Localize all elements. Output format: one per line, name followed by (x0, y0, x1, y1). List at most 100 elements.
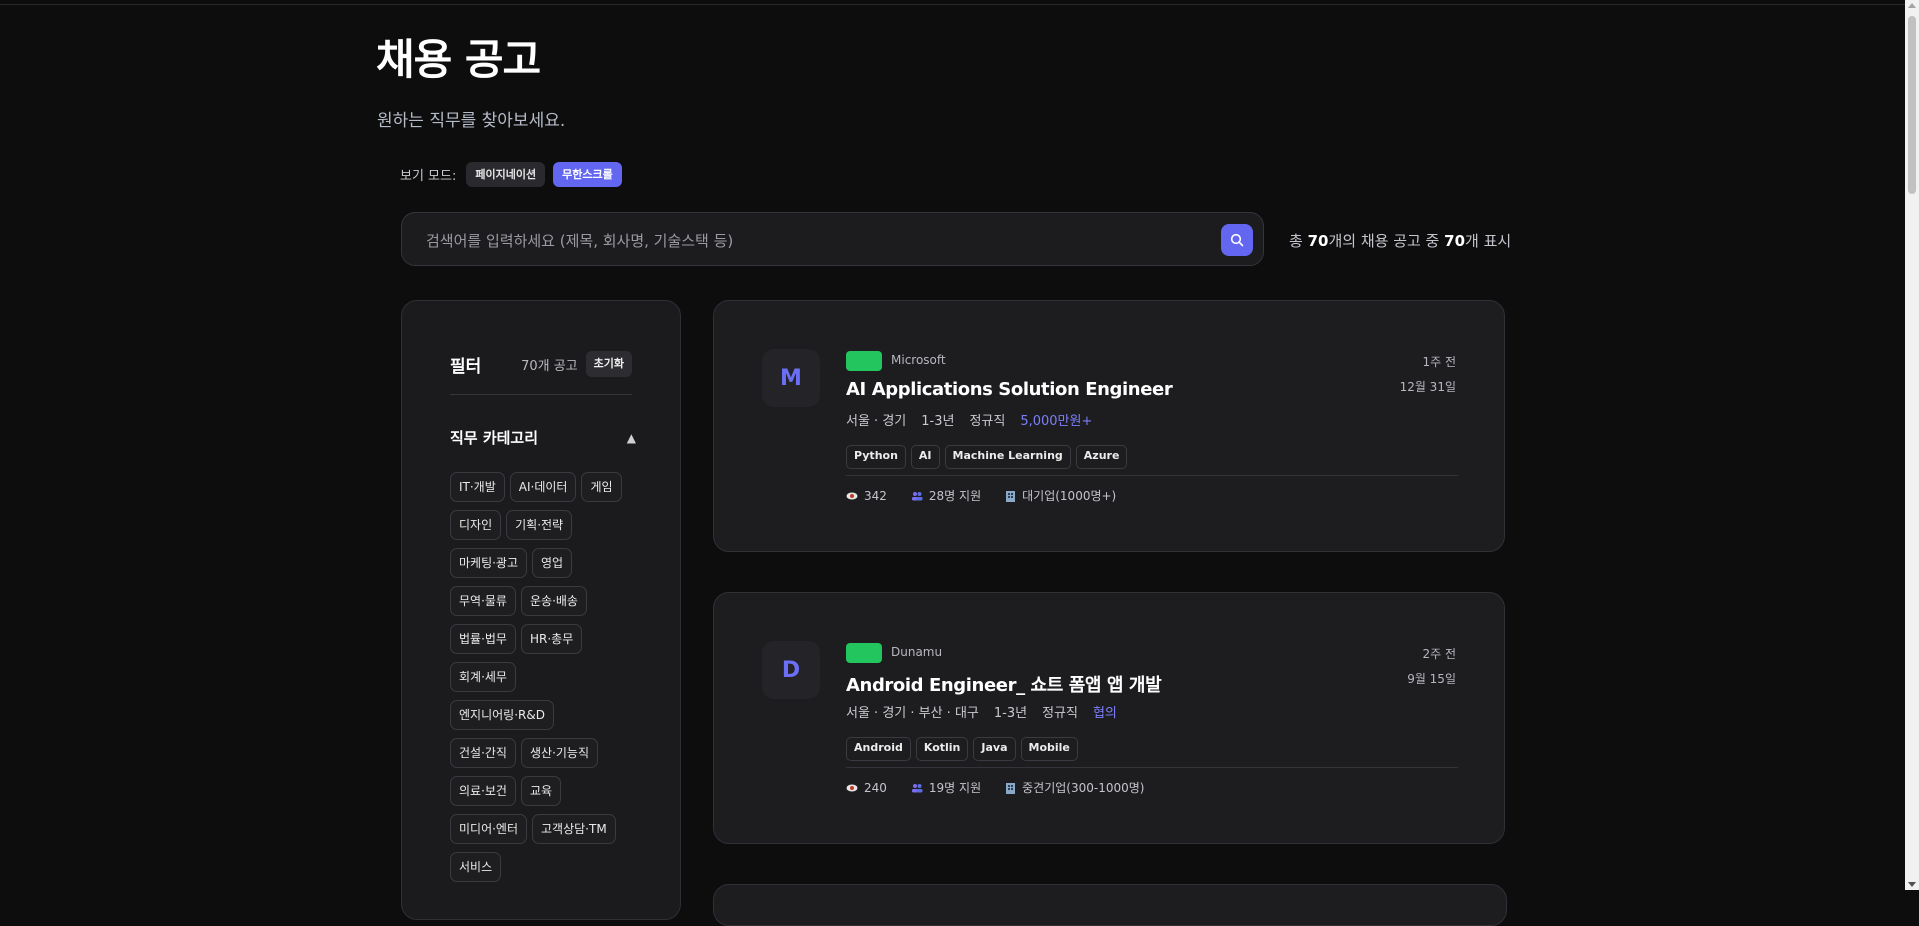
job-card[interactable]: D Dunamu Android Engineer_ 쇼트 폼앱 앱 개발 서울… (713, 592, 1505, 844)
job-type: 정규직 (1042, 706, 1078, 721)
job-title[interactable]: Android Engineer_ 쇼트 폼앱 앱 개발 (846, 671, 1162, 697)
result-count-prefix: 총 (1289, 232, 1308, 250)
result-total: 70 (1307, 232, 1329, 250)
result-count: 총 70개의 채용 공고 중 70개 표시 (1289, 230, 1511, 251)
category-chip[interactable]: 무역·물류 (450, 586, 516, 616)
job-meta: 서울 · 경기 1-3년 정규직 5,000만원+ (846, 410, 1092, 429)
job-card-partial[interactable] (713, 884, 1507, 926)
job-title[interactable]: AI Applications Solution Engineer (846, 379, 1173, 400)
filter-reset-button[interactable]: 초기화 (585, 351, 632, 377)
top-divider (0, 4, 1905, 5)
category-chip[interactable]: 생산·기능직 (520, 738, 598, 768)
scroll-up-arrow-icon[interactable] (1908, 3, 1916, 8)
category-chip[interactable]: 미디어·엔터 (450, 814, 528, 844)
job-meta: 서울 · 경기 · 부산 · 대구 1-3년 정규직 협의 (846, 702, 1117, 721)
category-chip[interactable]: 서비스 (450, 852, 502, 882)
filter-divider (450, 394, 632, 395)
category-chip[interactable]: 운송·배송 (520, 586, 587, 616)
status-badge (846, 351, 882, 371)
building-icon (1006, 490, 1016, 502)
company-size: 대기업(1000명+) (1022, 489, 1117, 503)
pagination-mode-button[interactable]: 페이지네이션 (466, 162, 546, 187)
tech-tag: Kotlin (915, 737, 969, 761)
result-count-suffix: 개 표시 (1465, 232, 1512, 250)
filter-title: 필터 (450, 356, 482, 377)
job-experience: 1-3년 (993, 706, 1028, 721)
category-section-header[interactable]: 직무 카테고리 ▲ (450, 427, 636, 448)
category-chip[interactable]: AI·데이터 (509, 472, 577, 502)
eye-icon (846, 492, 858, 499)
filter-sidebar: 필터 70개 공고 초기화 직무 카테고리 ▲ IT·개발 AI·데이터 게임 … (401, 300, 681, 920)
scroll-down-arrow-icon[interactable] (1908, 882, 1916, 887)
tech-tag: Machine Learning (944, 445, 1071, 469)
search-input[interactable] (424, 229, 1188, 253)
views-count: 342 (864, 488, 887, 503)
job-salary: 협의 (1092, 706, 1117, 721)
category-chip[interactable]: 게임 (581, 472, 622, 502)
page-subtitle: 원하는 직무를 찾아보세요. (377, 111, 566, 131)
category-section-label: 직무 카테고리 (450, 429, 539, 447)
job-location: 서울 · 경기 (846, 414, 907, 429)
tech-tag: Azure (1075, 445, 1128, 469)
view-mode-label: 보기 모드: (400, 169, 457, 184)
tech-tag: Java (973, 737, 1016, 761)
eye-icon (846, 784, 858, 791)
infinite-scroll-mode-button[interactable]: 무한스크롤 (553, 162, 622, 187)
applicants-stat: 28명 지원 (911, 487, 981, 504)
applicants-count: 19명 지원 (928, 781, 982, 795)
company-name: Dunamu (891, 645, 943, 659)
job-location: 서울 · 경기 · 부산 · 대구 (846, 706, 979, 721)
company-size-stat: 중견기업(300-1000명) (1005, 779, 1144, 796)
job-stats: 240 19명 지원 중견기업(300-1000명) (846, 779, 1144, 796)
category-chip[interactable]: 영업 (532, 548, 573, 578)
views-stat: 342 (846, 487, 887, 504)
category-chip[interactable]: 엔지니어링·R&D (450, 700, 554, 730)
job-listing-page: 채용 공고 원하는 직무를 찾아보세요. 보기 모드: 페이지네이션 무한스크롤… (0, 0, 1905, 926)
status-badge (846, 643, 882, 663)
company-logo: D (762, 641, 820, 699)
search-button[interactable] (1221, 224, 1253, 256)
category-chip[interactable]: 고객상담·TM (532, 814, 616, 844)
card-divider (846, 767, 1458, 768)
category-chip[interactable]: 마케팅·광고 (450, 548, 528, 578)
collapse-triangle-icon[interactable]: ▲ (627, 431, 636, 445)
search-icon (1230, 233, 1244, 247)
filter-count: 70개 공고 (521, 358, 578, 374)
posted-ago: 1주 전 (1422, 355, 1456, 369)
card-divider (846, 475, 1458, 476)
category-chip[interactable]: 회계·세무 (450, 662, 516, 692)
people-icon (911, 783, 923, 792)
applicants-count: 28명 지원 (928, 489, 982, 503)
category-chip[interactable]: HR·총무 (520, 624, 583, 654)
category-chip[interactable]: IT·개발 (450, 472, 505, 502)
job-type: 정규직 (969, 414, 1006, 429)
search-bar (401, 212, 1264, 266)
category-chip[interactable]: 법률·법무 (450, 624, 516, 654)
result-shown: 70 (1444, 232, 1466, 250)
company-name: Microsoft (891, 353, 946, 367)
tech-tags: Python AI Machine Learning Azure (846, 445, 1128, 469)
job-card[interactable]: M Microsoft AI Applications Solution Eng… (713, 300, 1505, 552)
applicants-stat: 19명 지원 (911, 779, 981, 796)
job-salary: 5,000만원+ (1020, 414, 1093, 429)
category-chip[interactable]: 디자인 (450, 510, 502, 540)
views-count: 240 (864, 780, 887, 795)
deadline: 12월 31일 (1399, 380, 1456, 394)
category-chip[interactable]: 건설·간직 (450, 738, 516, 768)
category-chip[interactable]: 기획·전략 (506, 510, 573, 540)
company-size: 중견기업(300-1000명) (1022, 781, 1145, 795)
posted-ago: 2주 전 (1422, 647, 1456, 661)
tech-tag: Android (846, 737, 911, 761)
category-chip-list: IT·개발 AI·데이터 게임 디자인 기획·전략 마케팅·광고 영업 무역·물… (450, 472, 640, 882)
tech-tags: Android Kotlin Java Mobile (846, 737, 1078, 761)
category-chip[interactable]: 의료·보건 (450, 776, 516, 806)
filter-header: 필터 70개 공고 초기화 (450, 351, 632, 377)
job-stats: 342 28명 지원 대기업(1000명+) (846, 487, 1116, 504)
job-experience: 1-3년 (921, 414, 955, 429)
vertical-scrollbar[interactable] (1905, 0, 1919, 890)
category-chip[interactable]: 교육 (520, 776, 562, 806)
result-count-mid: 개의 채용 공고 중 (1328, 232, 1445, 250)
scrollbar-thumb[interactable] (1908, 16, 1916, 194)
view-mode-switch: 보기 모드: 페이지네이션 무한스크롤 (400, 162, 622, 187)
building-icon (1006, 782, 1016, 794)
